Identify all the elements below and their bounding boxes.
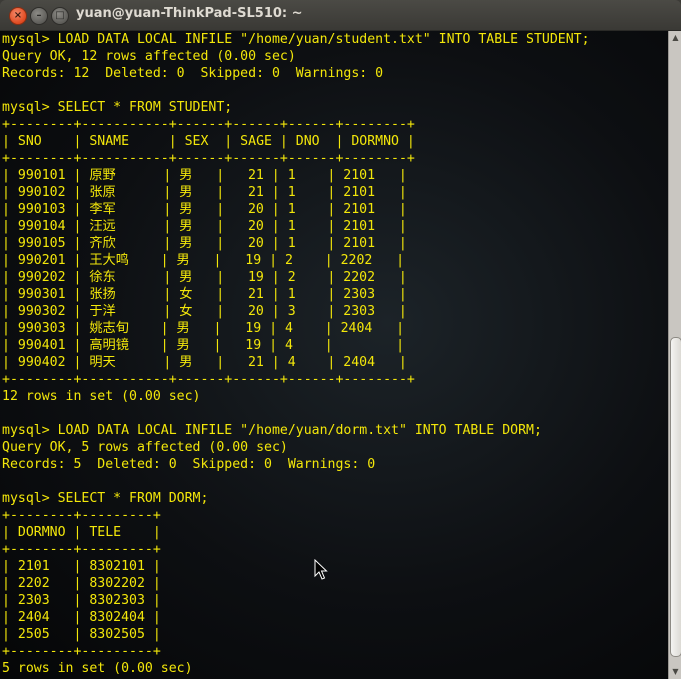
terminal-line: +--------+-----------+------+------+----… — [2, 151, 415, 166]
terminal-line: | 990105 | 齐欣 | 男 | 20 | 1 | 2101 | — [2, 236, 407, 251]
terminal-line: Records: 5 Deleted: 0 Skipped: 0 Warning… — [2, 457, 376, 472]
terminal-line: | DORMNO | TELE | — [2, 525, 161, 540]
terminal-output[interactable]: mysql> LOAD DATA LOCAL INFILE "/home/yua… — [0, 31, 668, 679]
terminal-line: +--------+---------+ — [2, 542, 161, 557]
terminal-line: Query OK, 12 rows affected (0.00 sec) — [2, 49, 296, 64]
scroll-down-arrow-icon[interactable]: ▼ — [669, 665, 681, 679]
terminal-line: +--------+---------+ — [2, 508, 161, 523]
scroll-up-arrow-icon[interactable]: ▲ — [669, 31, 681, 45]
mouse-pointer-icon — [314, 559, 328, 580]
terminal-line: | 2404 | 8302404 | — [2, 610, 161, 625]
terminal-line: | 990402 | 明天 | 男 | 21 | 4 | 2404 | — [2, 355, 407, 370]
terminal-line: mysql> SELECT * FROM DORM; — [2, 491, 209, 506]
terminal-line: | 2505 | 8302505 | — [2, 627, 161, 642]
terminal-line: | 990103 | 李军 | 男 | 20 | 1 | 2101 | — [2, 202, 407, 217]
minimize-window-button[interactable]: – — [30, 7, 48, 25]
terminal-line: +--------+-----------+------+------+----… — [2, 372, 415, 387]
terminal-line: 5 rows in set (0.00 sec) — [2, 661, 193, 676]
maximize-window-button[interactable]: □ — [51, 7, 69, 25]
terminal-line: mysql> SELECT * FROM STUDENT; — [2, 100, 233, 115]
maximize-icon: □ — [55, 10, 65, 21]
terminal-line: | 990301 | 张扬 | 女 | 21 | 1 | 2303 | — [2, 287, 407, 302]
terminal-line: +--------+---------+ — [2, 644, 161, 659]
terminal-line: | 990201 | 王大鸣 | 男 | 19 | 2 | 2202 | — [2, 253, 405, 268]
terminal-line: | 990101 | 原野 | 男 | 21 | 1 | 2101 | — [2, 168, 407, 183]
close-icon: × — [13, 10, 23, 21]
scrollbar-thumb[interactable] — [670, 337, 681, 657]
terminal-line: | 990302 | 于洋 | 女 | 20 | 3 | 2303 | — [2, 304, 407, 319]
terminal-line: Records: 12 Deleted: 0 Skipped: 0 Warnin… — [2, 66, 384, 81]
terminal-line: | 990202 | 徐东 | 男 | 19 | 2 | 2202 | — [2, 270, 407, 285]
terminal-line: +--------+-----------+------+------+----… — [2, 117, 415, 132]
terminal-line: | 990401 | 高明镜 | 男 | 19 | 4 | | — [2, 338, 405, 353]
terminal-window: × – □ yuan@yuan-ThinkPad-SL510: ~ mysql>… — [0, 0, 681, 679]
title-bar[interactable]: × – □ yuan@yuan-ThinkPad-SL510: ~ — [0, 0, 681, 31]
window-title: yuan@yuan-ThinkPad-SL510: ~ — [76, 6, 303, 21]
terminal-line: | 990104 | 汪远 | 男 | 20 | 1 | 2101 | — [2, 219, 407, 234]
terminal-line: | 2202 | 8302202 | — [2, 576, 161, 591]
terminal-line: | 990102 | 张原 | 男 | 21 | 1 | 2101 | — [2, 185, 407, 200]
terminal-line: mysql> LOAD DATA LOCAL INFILE "/home/yua… — [2, 423, 542, 438]
terminal-line: 12 rows in set (0.00 sec) — [2, 389, 201, 404]
minimize-icon: – — [36, 10, 42, 21]
terminal-line: Query OK, 5 rows affected (0.00 sec) — [2, 440, 288, 455]
terminal-text-area[interactable]: mysql> LOAD DATA LOCAL INFILE "/home/yua… — [0, 31, 668, 677]
terminal-line: | 2303 | 8302303 | — [2, 593, 161, 608]
terminal-line: | 2101 | 8302101 | — [2, 559, 161, 574]
terminal-line: | SNO | SNAME | SEX | SAGE | DNO | DORMN… — [2, 134, 415, 149]
close-window-button[interactable]: × — [9, 7, 27, 25]
vertical-scrollbar[interactable]: ▲ ▼ — [668, 31, 681, 679]
terminal-line: mysql> LOAD DATA LOCAL INFILE "/home/yua… — [2, 32, 590, 47]
terminal-line: | 990303 | 姚志旬 | 男 | 19 | 4 | 2404 | — [2, 321, 405, 336]
